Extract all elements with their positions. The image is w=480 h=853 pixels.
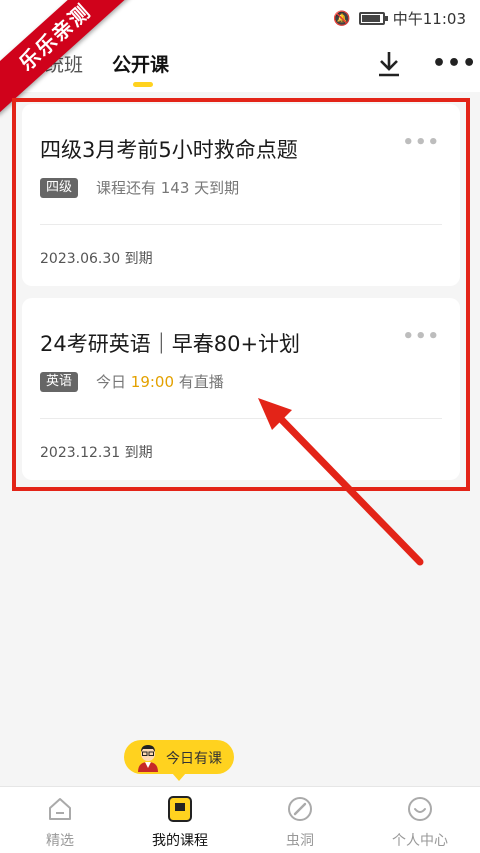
bell-muted-icon: 🔕 [333, 10, 351, 27]
status-time: 中午11:03 [392, 10, 466, 28]
course-info: 今日 19:00 有直播 [96, 371, 224, 392]
course-title: 四级3月考前5小时救命点题 [40, 138, 298, 162]
nav-featured[interactable]: 精选 [0, 787, 120, 853]
course-expire-date: 2023.12.31 到期 [40, 445, 153, 461]
nav-wormhole[interactable]: 虫洞 [240, 787, 360, 853]
battery-icon [358, 12, 388, 25]
live-prefix: 今日 [96, 373, 131, 391]
nav-label: 个人中心 [392, 833, 448, 849]
course-expire-date: 2023.06.30 到期 [40, 251, 153, 267]
course-title: 24考研英语｜早春80+计划 [40, 332, 301, 356]
course-tag: 四级 [40, 178, 79, 198]
smile-icon [408, 797, 432, 821]
card-divider [40, 224, 442, 225]
live-suffix: 有直播 [174, 373, 224, 391]
card-more-icon[interactable]: ••• [402, 132, 440, 153]
course-book-icon [168, 796, 192, 822]
teacher-avatar-icon [138, 745, 158, 772]
card-more-icon[interactable]: ••• [402, 326, 440, 347]
today-class-badge[interactable]: 今日有课 [124, 740, 234, 781]
tab-public-class[interactable]: 公开课 [112, 50, 169, 77]
course-tag: 英语 [40, 372, 79, 392]
course-card[interactable]: 四级3月考前5小时救命点题 ••• 四级 课程还有 143 天到期 2023.0… [22, 104, 460, 286]
status-indicators: 🔕 中午11:03 [333, 8, 466, 29]
compass-icon [288, 797, 312, 821]
course-info: 课程还有 143 天到期 [96, 179, 240, 197]
live-time: 19:00 [130, 373, 175, 391]
active-tab-indicator [133, 82, 153, 87]
more-icon[interactable]: ••• [432, 51, 477, 76]
bottom-nav: 精选 我的课程 虫洞 个人中心 [0, 786, 480, 853]
course-card[interactable]: 24考研英语｜早春80+计划 ••• 英语 今日 19:00 有直播 2023.… [22, 298, 460, 480]
card-divider [40, 418, 442, 419]
nav-label: 我的课程 [152, 833, 208, 849]
nav-label: 精选 [46, 833, 74, 849]
nav-profile[interactable]: 个人中心 [360, 787, 480, 853]
home-icon [49, 798, 71, 820]
today-class-label: 今日有课 [166, 751, 222, 767]
download-icon[interactable] [376, 50, 402, 78]
nav-my-courses[interactable]: 我的课程 [120, 787, 240, 853]
nav-label: 虫洞 [286, 833, 314, 849]
